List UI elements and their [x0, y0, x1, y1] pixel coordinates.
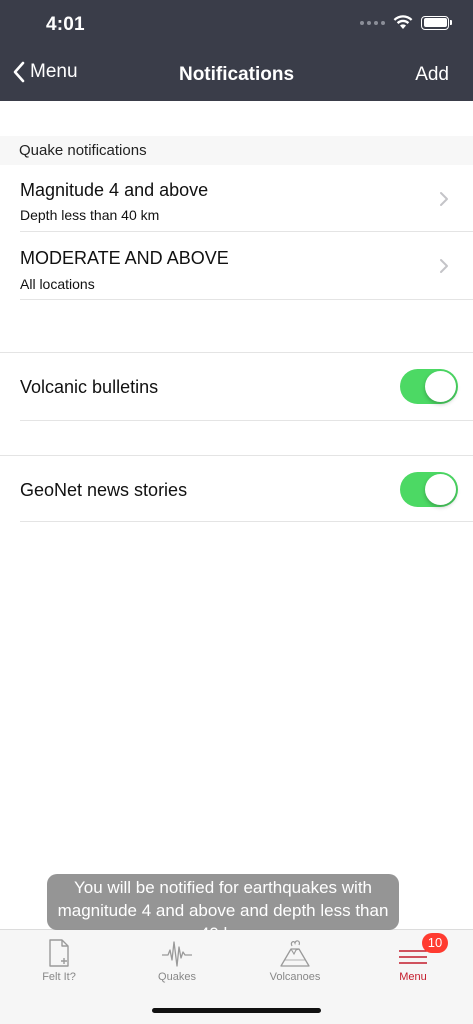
section-header-label: Quake notifications	[19, 142, 147, 159]
quake-item-title: Magnitude 4 and above	[20, 180, 209, 200]
tab-felt-it[interactable]: Felt It?	[0, 930, 118, 994]
home-indicator	[152, 1008, 321, 1013]
tab-label: Volcanoes	[269, 971, 321, 983]
volcanic-bulletins-toggle[interactable]	[400, 369, 458, 404]
tab-label: Quakes	[158, 971, 196, 983]
tab-label: Felt It?	[42, 971, 76, 983]
status-time: 4:01	[46, 14, 85, 35]
tab-volcanoes[interactable]: Volcanoes	[236, 930, 354, 994]
section-header-quake-notifications: Quake notifications	[0, 136, 473, 165]
volcanic-bulletins-row: Volcanic bulletins	[0, 353, 473, 420]
seismograph-icon	[162, 941, 192, 967]
navigation-bar: 4:01 Menu Notifications Add	[0, 0, 473, 101]
toggle-knob	[425, 371, 456, 402]
tab-label: Menu	[399, 971, 427, 983]
quake-notification-item[interactable]: Magnitude 4 and above Depth less than 40…	[0, 165, 473, 232]
geonet-news-toggle[interactable]	[400, 472, 458, 507]
notification-badge: 10	[422, 933, 448, 953]
toggle-knob	[425, 474, 456, 505]
page-title: Notifications	[178, 64, 295, 85]
quake-item-subtitle: All locations	[20, 276, 95, 292]
battery-icon	[421, 15, 452, 30]
geonet-news-label: GeoNet news stories	[20, 480, 188, 500]
quake-item-title: MODERATE AND ABOVE	[20, 248, 229, 268]
quake-item-subtitle: Depth less than 40 km	[20, 207, 160, 223]
tab-menu[interactable]: 10 Menu	[354, 930, 472, 994]
add-button[interactable]: Add	[415, 64, 449, 86]
divider	[20, 521, 473, 522]
status-icons	[360, 15, 452, 30]
chevron-right-icon	[440, 259, 448, 273]
chevron-right-icon	[440, 192, 448, 206]
volcano-icon	[280, 940, 310, 967]
divider	[20, 299, 473, 300]
toast-message: You will be notified for earthquakes wit…	[47, 874, 399, 930]
cellular-signal-icon	[360, 20, 385, 25]
quake-notification-item[interactable]: MODERATE AND ABOVE All locations	[0, 232, 473, 299]
volcanic-bulletins-label: Volcanic bulletins	[20, 377, 159, 397]
geonet-news-row: GeoNet news stories	[0, 456, 473, 521]
document-icon	[49, 939, 69, 967]
wifi-icon	[393, 15, 413, 29]
divider	[20, 420, 473, 421]
tab-quakes[interactable]: Quakes	[118, 930, 236, 994]
